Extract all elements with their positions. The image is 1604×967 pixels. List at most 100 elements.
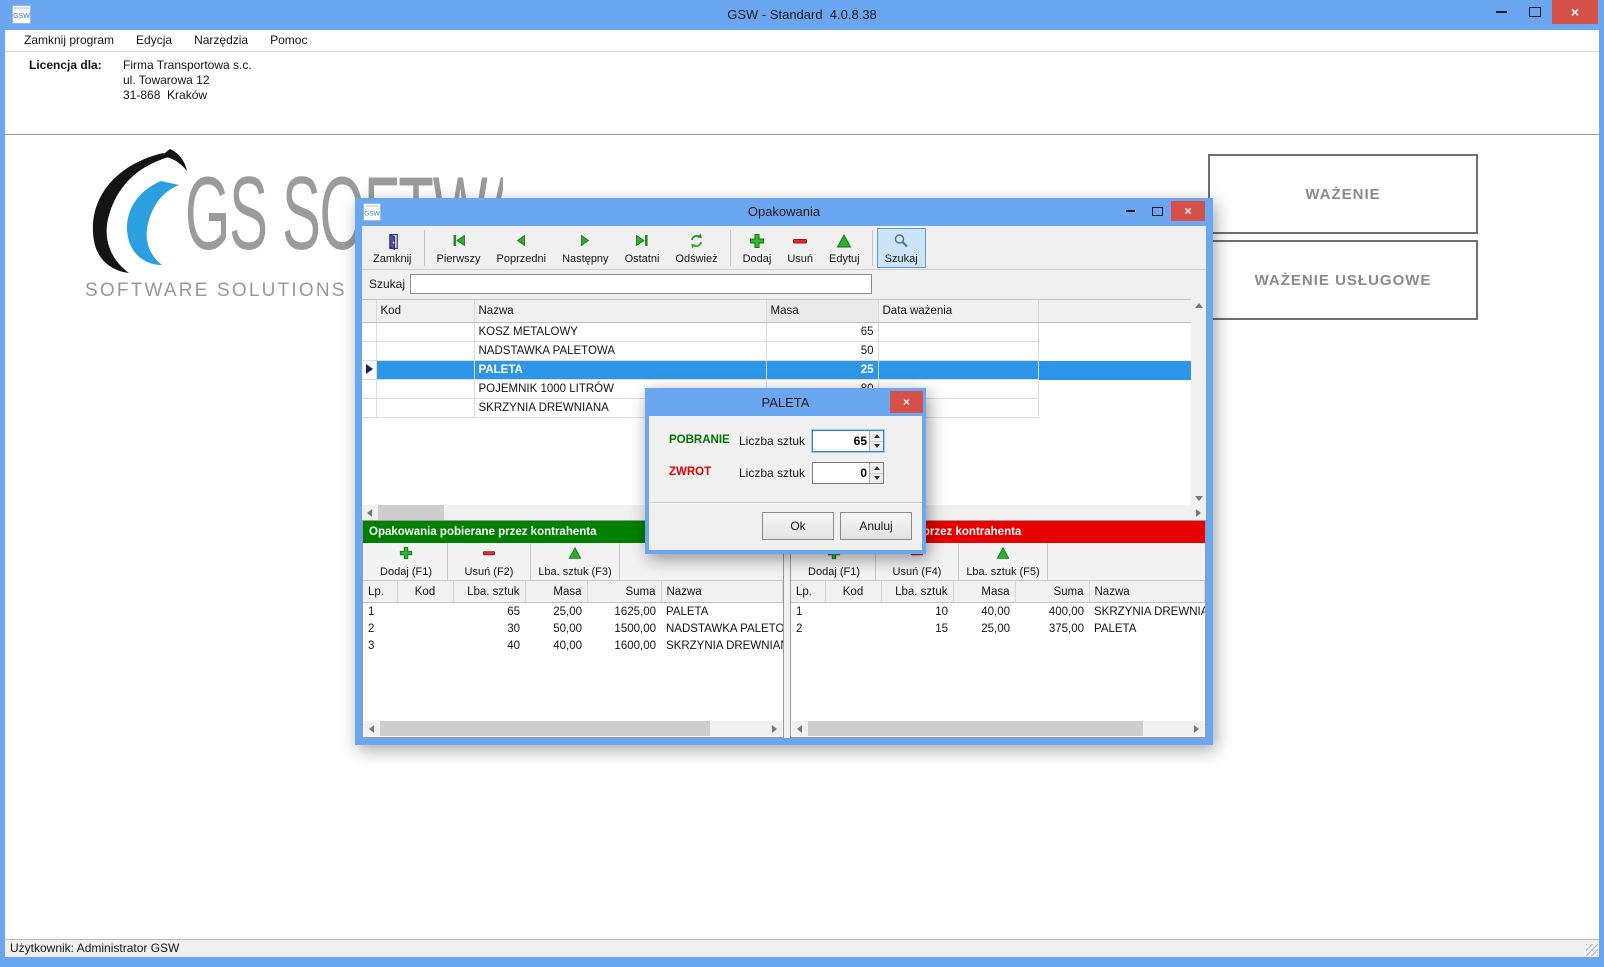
search-magnifier-icon	[893, 233, 909, 249]
menu-zamknij-program[interactable]: Zamknij program	[13, 30, 125, 51]
opakowania-titlebar: GSW Opakowania ×	[355, 198, 1213, 226]
col-data-wazenia[interactable]: Data ważenia	[878, 300, 1038, 323]
edit-triangle-icon	[836, 233, 852, 249]
status-user: Użytkownik: Administrator GSW	[10, 941, 179, 955]
zwracane-table: Lp. Kod Lba. sztuk Masa Suma Nazwa 1	[791, 581, 1205, 637]
dialog-separator	[649, 502, 922, 504]
spin-down-icon[interactable]	[870, 474, 883, 484]
close-button[interactable]: ×	[1552, 0, 1598, 24]
spin-up-icon[interactable]	[870, 431, 883, 442]
zwrot-label: ZWROT	[669, 466, 711, 478]
scroll-right-icon[interactable]	[772, 725, 777, 733]
scroll-left-icon[interactable]	[367, 509, 372, 517]
previous-record-icon	[513, 233, 529, 248]
first-record-icon	[451, 233, 467, 248]
door-exit-icon	[384, 233, 401, 250]
table-row[interactable]: KOSZ METALOWY 65	[362, 323, 1191, 342]
dodaj-button[interactable]: Dodaj	[735, 228, 780, 268]
scroll-left-icon[interactable]	[797, 725, 802, 733]
usun-button[interactable]: Usuń	[779, 228, 821, 268]
dodaj-f1-button[interactable]: Dodaj (F1)	[365, 543, 448, 580]
horizontal-scrollbar[interactable]	[364, 721, 782, 736]
wazenie-button[interactable]: WAŻENIE	[1208, 154, 1478, 234]
lba-sztuk-f3-button[interactable]: Lba. sztuk (F3)	[531, 543, 620, 580]
zwrot-input[interactable]	[813, 463, 869, 483]
scrollbar-thumb[interactable]	[808, 721, 1143, 736]
scroll-left-icon[interactable]	[369, 725, 374, 733]
zwrot-spinner	[812, 462, 884, 484]
spin-down-icon[interactable]	[870, 442, 883, 452]
toolbar-separator	[730, 230, 731, 266]
paleta-client: POBRANIE Liczba sztuk ZWROT Liczba sztuk	[649, 416, 922, 550]
search-label: Szukaj	[369, 277, 405, 291]
table-row[interactable]: 2 15 25,00 375,00 PALETA	[791, 620, 1205, 637]
pobierane-table: Lp. Kod Lba. sztuk Masa Suma Nazwa 1	[363, 581, 783, 654]
zamknij-button[interactable]: Zamknij	[365, 228, 420, 268]
window-title: GSW - Standard 4.0.8.38	[0, 7, 1604, 22]
license-lines: Firma Transportowa s.c. ul. Towarowa 12 …	[123, 58, 252, 103]
scroll-down-icon[interactable]	[1195, 496, 1203, 501]
pierwszy-button[interactable]: Pierwszy	[429, 228, 489, 268]
toolbar-separator	[872, 230, 873, 266]
table-row[interactable]: 2 30 50,00 1500,00 NADSTAWKA PALETOWA	[363, 620, 783, 637]
pobranie-row: POBRANIE Liczba sztuk	[649, 430, 922, 452]
vertical-scrollbar[interactable]	[1191, 299, 1206, 505]
remove-minus-icon	[482, 546, 496, 560]
maximize-button[interactable]	[1518, 0, 1552, 24]
wazenie-uslugowe-button[interactable]: WAŻENIE USŁUGOWE	[1208, 240, 1478, 320]
scrollbar-thumb[interactable]	[380, 721, 710, 736]
table-row[interactable]: 1 65 25,00 1625,00 PALETA	[363, 603, 783, 621]
menu-narzedzia[interactable]: Narzędzia	[183, 30, 259, 51]
szukaj-button[interactable]: Szukaj	[877, 228, 926, 268]
usun-f2-button[interactable]: Usuń (F2)	[448, 543, 531, 580]
menu-edycja[interactable]: Edycja	[125, 30, 183, 51]
license-line-2: ul. Towarowa 12	[123, 73, 252, 88]
refresh-icon	[688, 233, 705, 249]
table-row-selected[interactable]: PALETA 25	[362, 361, 1191, 380]
next-record-icon	[577, 233, 593, 248]
close-button[interactable]: ×	[1171, 201, 1205, 221]
zwrot-row: ZWROT Liczba sztuk	[649, 462, 922, 484]
ok-button[interactable]: Ok	[762, 512, 834, 540]
edit-triangle-icon	[996, 546, 1010, 560]
search-input[interactable]	[410, 274, 872, 294]
nastepny-button[interactable]: Następny	[554, 228, 616, 268]
add-plus-icon	[399, 546, 413, 560]
table-header-row: Kod Nazwa Masa Data ważenia	[362, 300, 1191, 323]
search-row: Szukaj	[362, 271, 1206, 299]
pobranie-spinner	[812, 430, 884, 452]
top-panel: Zamknij program Edycja Narzędzia Pomoc L…	[5, 30, 1599, 134]
scrollbar-thumb[interactable]	[378, 505, 444, 520]
horizontal-scrollbar[interactable]	[792, 721, 1204, 736]
table-row[interactable]: NADSTAWKA PALETOWA 50	[362, 342, 1191, 361]
menubar: Zamknij program Edycja Narzędzia Pomoc	[5, 30, 1599, 52]
col-kod[interactable]: Kod	[376, 300, 474, 323]
lba-sztuk-f5-button[interactable]: Lba. sztuk (F5)	[959, 543, 1048, 580]
pobranie-input[interactable]	[813, 431, 869, 451]
odswiez-button[interactable]: Odśwież	[667, 228, 725, 268]
anuluj-button[interactable]: Anuluj	[840, 512, 912, 540]
main-client-area: GS SOFTWARE SOFTWARE SOLUTIONS FOR WEIGH…	[5, 135, 1599, 939]
table-row[interactable]: 3 40 40,00 1600,00 SKRZYNIA DREWNIANA	[363, 637, 783, 654]
maximize-button[interactable]	[1144, 201, 1171, 221]
remove-minus-icon	[792, 233, 808, 249]
table-row[interactable]: 1 10 40,00 400,00 SKRZYNIA DREWNIANA	[791, 603, 1205, 621]
minimize-button[interactable]	[1117, 201, 1144, 221]
col-masa[interactable]: Masa	[766, 300, 878, 323]
app-window: GSW GSW - Standard 4.0.8.38 × Zamknij pr…	[0, 0, 1604, 967]
minimize-button[interactable]	[1484, 0, 1518, 24]
edytuj-button[interactable]: Edytuj	[821, 228, 868, 268]
resize-grip-icon[interactable]	[1586, 944, 1598, 956]
opakowania-title: Opakowania	[355, 204, 1213, 219]
toolbar-separator	[424, 230, 425, 266]
poprzedni-button[interactable]: Poprzedni	[489, 228, 555, 268]
col-nazwa[interactable]: Nazwa	[474, 300, 766, 323]
scroll-up-icon[interactable]	[1195, 303, 1203, 308]
spin-up-icon[interactable]	[870, 463, 883, 474]
menu-pomoc[interactable]: Pomoc	[259, 30, 318, 51]
close-button[interactable]: ×	[890, 391, 923, 413]
statusbar: Użytkownik: Administrator GSW	[5, 939, 1599, 957]
ostatni-button[interactable]: Ostatni	[617, 228, 668, 268]
scroll-right-icon[interactable]	[1194, 725, 1199, 733]
scroll-right-icon[interactable]	[1196, 509, 1201, 517]
